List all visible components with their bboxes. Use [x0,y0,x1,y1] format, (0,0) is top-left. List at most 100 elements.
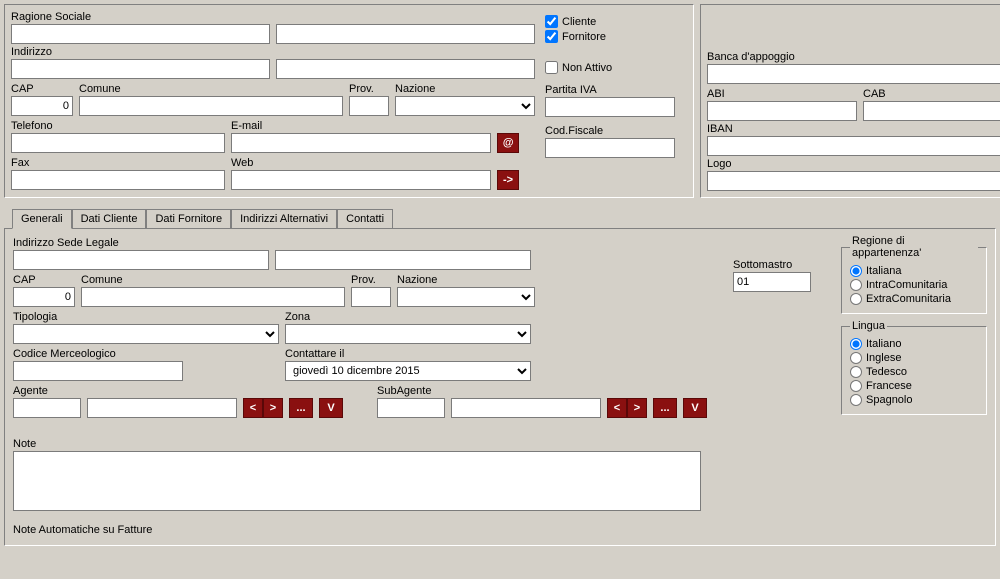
logo-input[interactable] [707,171,1000,191]
partita-iva-input[interactable] [545,97,675,117]
web-go-button[interactable]: -> [497,170,519,190]
subagente-prev-button[interactable]: < [607,398,627,418]
telefono-label: Telefono [11,120,225,132]
iban-input[interactable] [707,136,1000,156]
ragione-sociale-1-input[interactable] [11,24,270,44]
contattare-label: Contattare il [285,348,531,360]
comune-input[interactable] [79,96,343,116]
pane-nazione-label: Nazione [397,274,535,286]
nazione-label: Nazione [395,83,535,95]
cod-merce-label: Codice Merceologico [13,348,183,360]
indirizzo-label: Indirizzo [11,46,535,58]
tipologia-label: Tipologia [13,311,279,323]
indirizzo-2-input[interactable] [276,59,535,79]
partita-iva-label: Partita IVA [545,84,687,96]
subagente-lookup-button[interactable]: ... [653,398,677,418]
non-attivo-checkbox[interactable] [545,61,558,74]
agente-prev-button[interactable]: < [243,398,263,418]
nazione-select[interactable] [395,96,535,116]
fax-input[interactable] [11,170,225,190]
pane-nazione-select[interactable] [397,287,535,307]
agente-v-button[interactable]: V [319,398,343,418]
subagente-next-button[interactable]: > [627,398,647,418]
sede-legale-1-input[interactable] [13,250,269,270]
tab-dati-fornitore[interactable]: Dati Fornitore [146,209,231,228]
regione-intra-label: IntraComunitaria [866,279,947,291]
logo-label: Logo [707,158,1000,170]
tabs-bar: Generali Dati Cliente Dati Fornitore Ind… [0,208,1000,228]
regione-extra-radio[interactable] [850,293,862,305]
banca-input[interactable] [707,64,1000,84]
cliente-checkbox[interactable] [545,15,558,28]
lingua-inglese-radio[interactable] [850,352,862,364]
subagente-v-button[interactable]: V [683,398,707,418]
cab-input[interactable] [863,101,1000,121]
sottomastro-input[interactable] [733,272,811,292]
tab-generali[interactable]: Generali [12,209,72,229]
cap-input[interactable] [11,96,73,116]
ragione-sociale-2-input[interactable] [276,24,535,44]
prov-input[interactable] [349,96,389,116]
pane-comune-input[interactable] [81,287,345,307]
cod-fiscale-label: Cod.Fiscale [545,125,687,137]
pane-comune-label: Comune [81,274,345,286]
tab-indirizzi-alternativi[interactable]: Indirizzi Alternativi [231,209,337,228]
agente-lookup-button[interactable]: ... [289,398,313,418]
regione-italiana-radio[interactable] [850,265,862,277]
sottomastro-label: Sottomastro [733,259,823,271]
regione-intra-radio[interactable] [850,279,862,291]
telefono-input[interactable] [11,133,225,153]
regione-extra-label: ExtraComunitaria [866,293,951,305]
email-input[interactable] [231,133,491,153]
abi-input[interactable] [707,101,857,121]
cod-merce-input[interactable] [13,361,183,381]
agente-name-input[interactable] [87,398,237,418]
pane-prov-input[interactable] [351,287,391,307]
lingua-francese-radio[interactable] [850,380,862,392]
web-input[interactable] [231,170,491,190]
fax-label: Fax [11,157,225,169]
contattare-select[interactable]: giovedì 10 dicembre 2015 [285,361,531,381]
pane-cap-input[interactable] [13,287,75,307]
fornitore-checkbox[interactable] [545,30,558,43]
banca-label: Banca d'appoggio [707,51,1000,63]
agente-code-input[interactable] [13,398,81,418]
non-attivo-label: Non Attivo [562,62,612,74]
indirizzo-1-input[interactable] [11,59,270,79]
lingua-inglese-label: Inglese [866,352,901,364]
pane-cap-label: CAP [13,274,75,286]
regione-group: Regione di appartenenza' Italiana IntraC… [841,235,987,314]
abi-label: ABI [707,88,857,100]
cliente-label: Cliente [562,16,596,28]
lingua-tedesco-radio[interactable] [850,366,862,378]
lingua-italiano-label: Italiano [866,338,901,350]
sede-legale-label: Indirizzo Sede Legale [13,237,713,249]
banca-panel: Codice 1 Banca d'appoggio ... ABI CAB C/… [700,4,1000,198]
lingua-tedesco-label: Tedesco [866,366,907,378]
note-label: Note [13,438,713,450]
cab-label: CAB [863,88,1000,100]
email-label: E-mail [231,120,491,132]
email-at-button[interactable]: @ [497,133,519,153]
tipologia-select[interactable] [13,324,279,344]
fornitore-label: Fornitore [562,31,606,43]
tab-dati-cliente[interactable]: Dati Cliente [72,209,147,228]
prov-label: Prov. [349,83,389,95]
tab-pane-generali: Indirizzo Sede Legale CAP Comune Prov. [4,228,996,546]
tab-contatti[interactable]: Contatti [337,209,393,228]
sede-legale-2-input[interactable] [275,250,531,270]
zona-select[interactable] [285,324,531,344]
zona-label: Zona [285,311,531,323]
regione-italiana-label: Italiana [866,265,901,277]
cod-fiscale-input[interactable] [545,138,675,158]
subagente-code-input[interactable] [377,398,445,418]
lingua-italiano-radio[interactable] [850,338,862,350]
iban-label: IBAN [707,123,1000,135]
lingua-legend: Lingua [850,320,887,332]
cap-label: CAP [11,83,73,95]
subagente-name-input[interactable] [451,398,601,418]
lingua-spagnolo-radio[interactable] [850,394,862,406]
note-textarea[interactable] [13,451,701,511]
comune-label: Comune [79,83,343,95]
agente-next-button[interactable]: > [263,398,283,418]
